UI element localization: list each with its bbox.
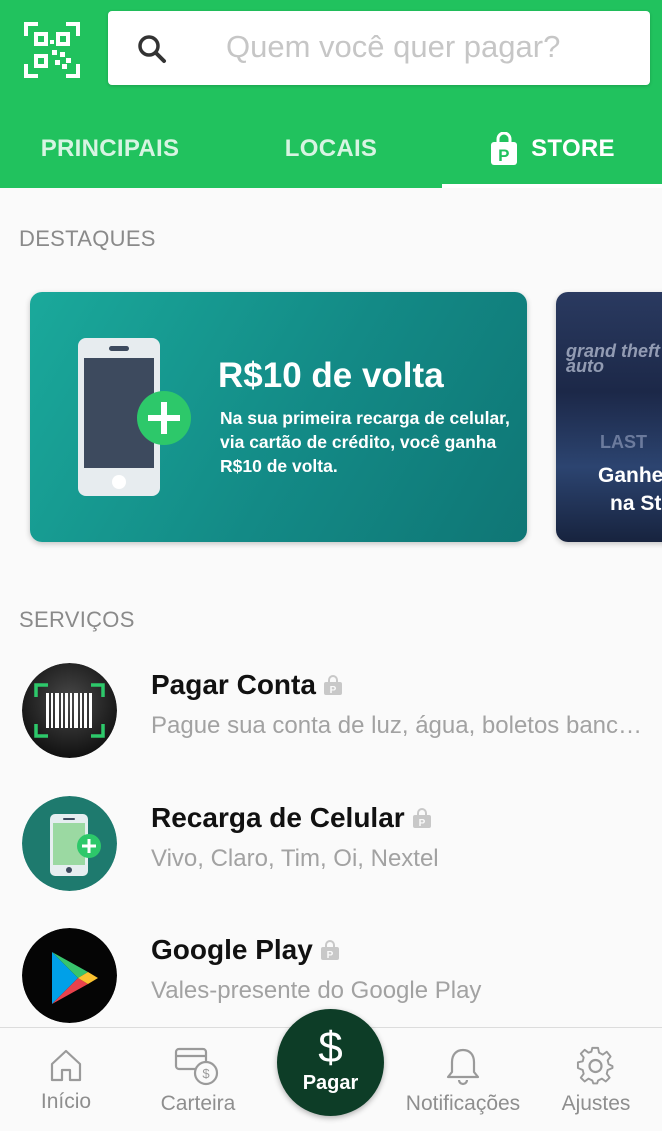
service-subtitle: Pague sua conta de luz, água, boletos ba…	[151, 712, 643, 739]
nav-label: Ajustes	[561, 1092, 631, 1115]
store-lock-icon: P	[412, 808, 431, 829]
service-title: Google Play P	[151, 934, 341, 966]
nav-notifications[interactable]: Notificações	[398, 1028, 528, 1131]
service-item-pagar-conta[interactable]: Pagar Conta P Pague sua conta de luz, ág…	[0, 655, 662, 765]
home-icon	[50, 1049, 82, 1082]
pay-label: Pagar	[302, 1072, 359, 1094]
gear-icon	[576, 1046, 614, 1085]
tab-locais[interactable]: LOCAIS	[220, 110, 442, 188]
phone-plus-icon	[78, 338, 191, 496]
dollar-icon: $	[318, 1023, 343, 1072]
tab-label: PRINCIPAIS	[40, 135, 180, 162]
tab-store[interactable]: P STORE	[442, 110, 662, 188]
banner-text-line: Ganhe	[598, 464, 662, 487]
banner-text: Na sua primeira recarga de celular, via …	[220, 408, 510, 476]
store-lock-icon: P	[320, 940, 339, 961]
search-placeholder: Quem você quer pagar?	[226, 29, 561, 64]
pay-button[interactable]: $ Pagar	[277, 1009, 384, 1116]
service-title-text: Recarga de Celular	[151, 802, 405, 833]
service-title: Recarga de Celular P	[151, 802, 433, 834]
service-title: Pagar Conta P	[151, 669, 344, 701]
nav-label: Início	[40, 1090, 92, 1113]
game-art-subtitle: LAST	[600, 432, 647, 452]
barcode-scan-icon	[22, 663, 117, 758]
svg-text:P: P	[418, 818, 425, 829]
svg-text:P: P	[498, 146, 510, 165]
tab-label: STORE	[531, 135, 615, 162]
svg-text:P: P	[326, 950, 333, 961]
svg-text:$: $	[202, 1066, 210, 1081]
search-icon	[138, 35, 166, 63]
service-subtitle: Vivo, Claro, Tim, Oi, Nextel	[151, 845, 439, 872]
promo-banner-store[interactable]: grand theft auto LAST Ganhe na St	[556, 292, 662, 542]
tab-principais[interactable]: PRINCIPAIS	[0, 110, 220, 188]
store-lock-icon: P	[323, 675, 342, 696]
phone-recharge-icon	[22, 796, 117, 891]
tab-bar: PRINCIPAIS LOCAIS P STORE	[0, 110, 662, 188]
nav-home[interactable]: Início	[16, 1028, 116, 1131]
banner-title: R$10 de volta	[218, 356, 444, 395]
app-header: Quem você quer pagar? PRINCIPAIS LOCAIS …	[0, 0, 662, 188]
section-title-services: SERVIÇOS	[19, 607, 135, 632]
game-art-title: grand theft auto	[566, 341, 660, 376]
section-title-highlights: DESTAQUES	[19, 226, 156, 251]
wallet-icon: $	[174, 1047, 219, 1086]
service-title-text: Pagar Conta	[151, 669, 316, 700]
active-tab-indicator	[442, 184, 662, 188]
service-subtitle: Vales-presente do Google Play	[151, 977, 482, 1004]
nav-wallet[interactable]: $ Carteira	[148, 1028, 248, 1131]
google-play-icon	[22, 928, 117, 1023]
banner-text: Ganhe na St	[598, 462, 662, 518]
service-title-text: Google Play	[151, 934, 313, 965]
nav-label: Notificações	[405, 1092, 521, 1115]
store-bag-icon: P	[491, 132, 518, 165]
svg-text:P: P	[330, 685, 337, 696]
promo-banner-recharge[interactable]: R$10 de volta Na sua primeira recarga de…	[30, 292, 527, 542]
tab-label: LOCAIS	[284, 135, 378, 162]
nav-label: Carteira	[160, 1092, 236, 1115]
banner-text-line: na St	[610, 492, 662, 515]
service-item-recarga-celular[interactable]: Recarga de Celular P Vivo, Claro, Tim, O…	[0, 788, 662, 898]
search-input[interactable]: Quem você quer pagar?	[108, 11, 650, 85]
bell-icon	[446, 1048, 480, 1086]
nav-settings[interactable]: Ajustes	[546, 1028, 646, 1131]
qr-code-scan-icon[interactable]	[22, 20, 82, 80]
